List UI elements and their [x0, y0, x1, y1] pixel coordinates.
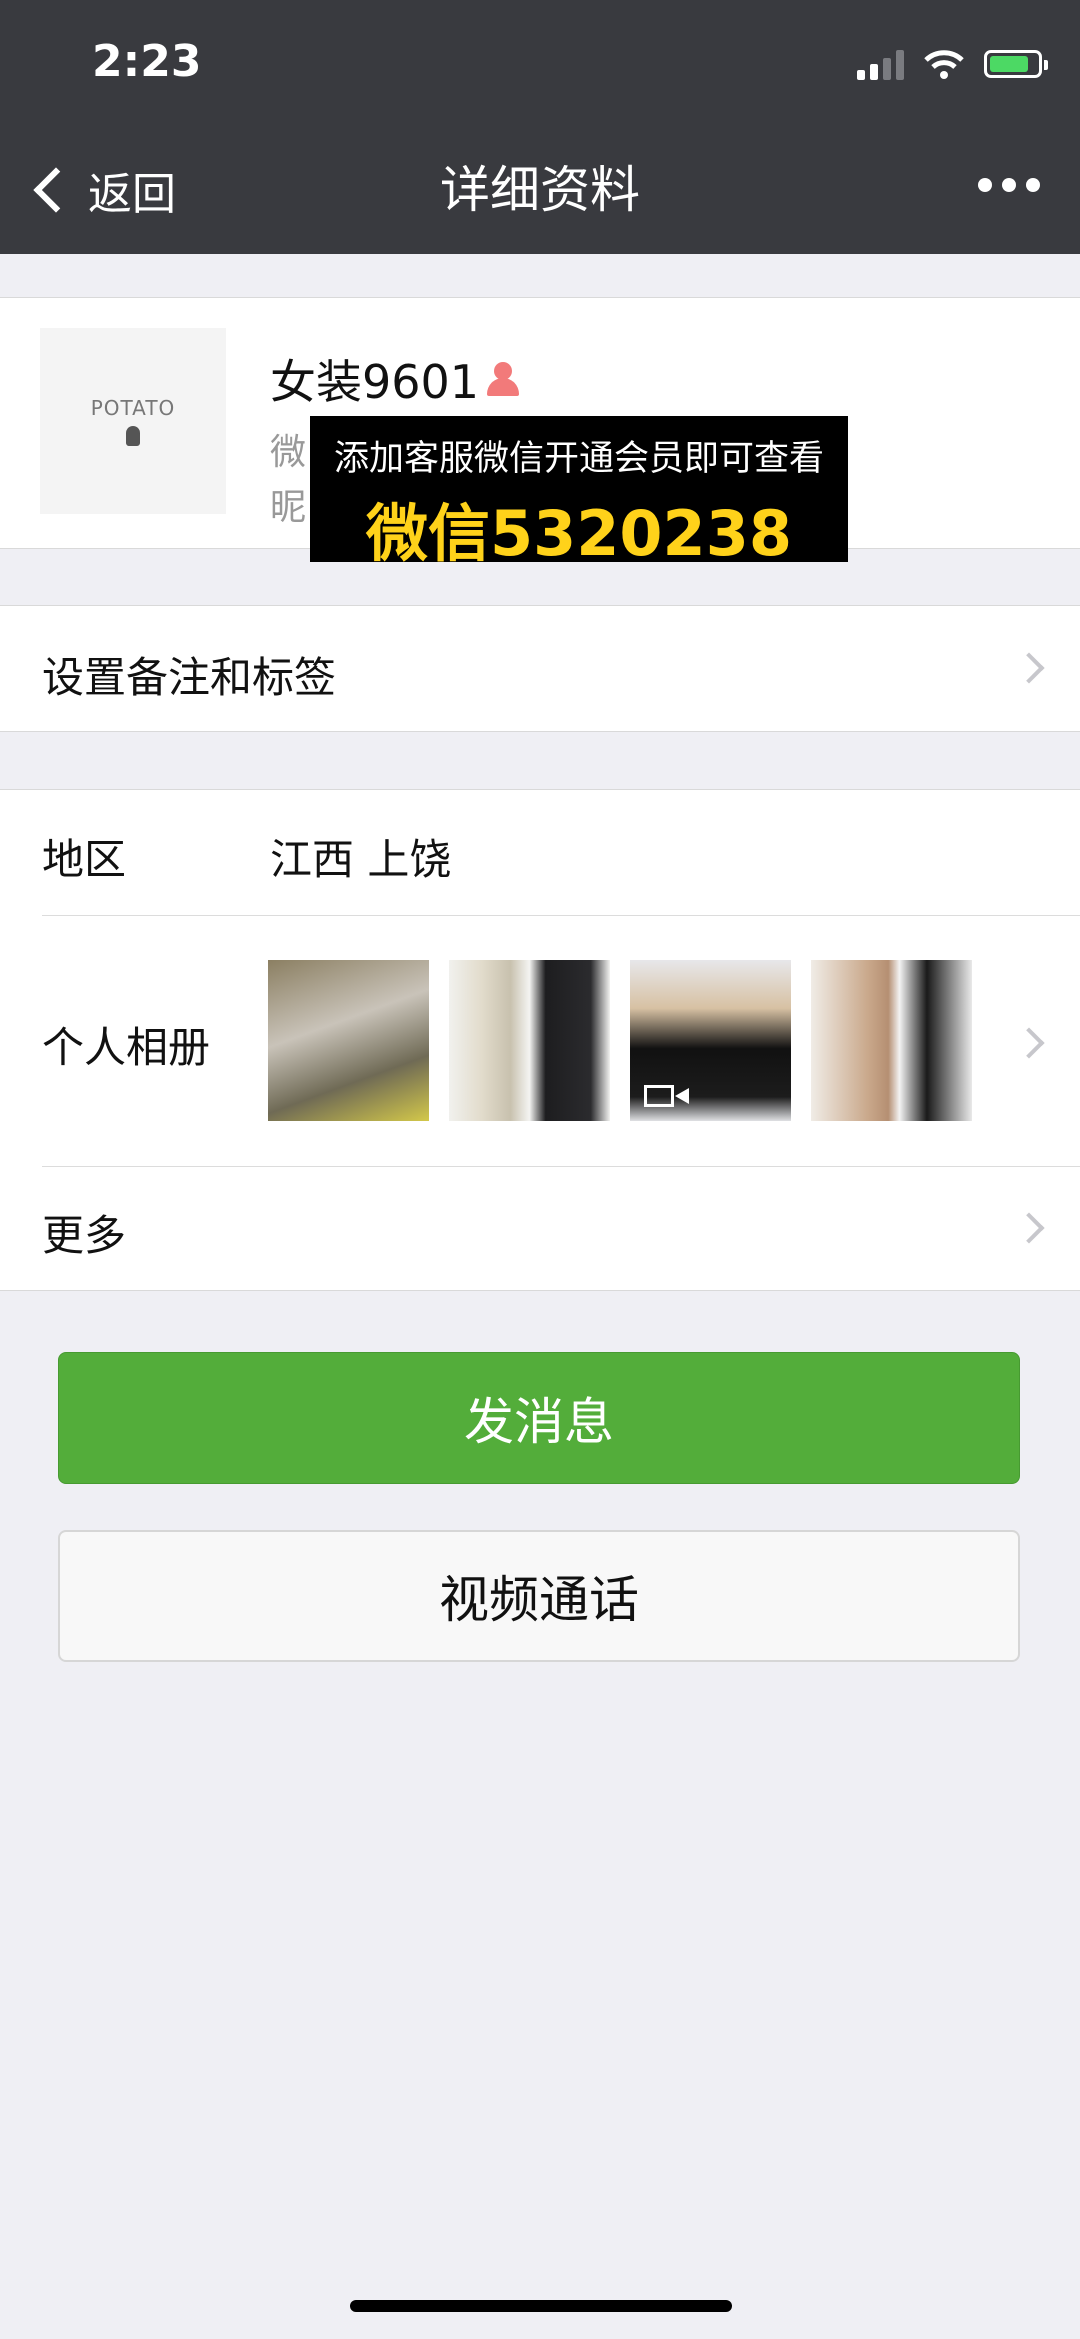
album-label: 个人相册: [42, 1023, 211, 1072]
region-label: 地区: [42, 835, 127, 884]
album-thumbnail[interactable]: [811, 960, 972, 1121]
female-icon: [485, 362, 521, 396]
promo-line2: 微信5320238: [366, 497, 792, 570]
chevron-right-icon: [1013, 1027, 1045, 1059]
video-icon: [644, 1085, 689, 1107]
battery-icon: [984, 50, 1048, 78]
video-call-button[interactable]: 视频通话: [58, 1530, 1020, 1662]
album-thumbnail[interactable]: [630, 960, 791, 1121]
home-indicator[interactable]: [350, 2300, 732, 2312]
info-section: 地区 江西 上饶 个人相册 更多: [0, 789, 1080, 1291]
album-thumbnail[interactable]: [268, 960, 429, 1121]
avatar-text: POTATO: [90, 396, 176, 420]
album-thumbnails: [268, 960, 972, 1121]
divider: [42, 915, 1080, 916]
page-title: 详细资料: [440, 161, 640, 219]
region-value: 江西 上饶: [270, 835, 452, 884]
wechat-id-text: 微: [270, 432, 307, 473]
avatar-figure: [126, 426, 140, 446]
status-time: 2:23: [92, 36, 202, 87]
send-message-button[interactable]: 发消息: [58, 1352, 1020, 1484]
promo-line1: 添加客服微信开通会员即可查看: [333, 439, 824, 479]
more-dots-icon[interactable]: [978, 178, 1040, 192]
wifi-icon: [924, 50, 964, 79]
chevron-right-icon: [1013, 1212, 1045, 1244]
album-thumbnail[interactable]: [449, 960, 610, 1121]
remark-label: 设置备注和标签: [42, 653, 337, 702]
avatar[interactable]: POTATO: [40, 328, 226, 514]
signal-icon: [857, 48, 904, 80]
top-bar: 2:23 返回 详细资料: [0, 0, 1080, 254]
remark-row[interactable]: 设置备注和标签: [0, 605, 1080, 732]
divider: [42, 1166, 1080, 1167]
nickname-text: 昵: [270, 487, 307, 528]
promo-overlay: 添加客服微信开通会员即可查看 微信5320238: [310, 416, 848, 570]
chevron-right-icon: [1013, 652, 1045, 684]
status-icons: [857, 44, 1048, 84]
profile-name-row: 女装9601: [270, 346, 521, 412]
more-label: 更多: [42, 1211, 127, 1260]
profile-name: 女装9601: [270, 355, 480, 409]
